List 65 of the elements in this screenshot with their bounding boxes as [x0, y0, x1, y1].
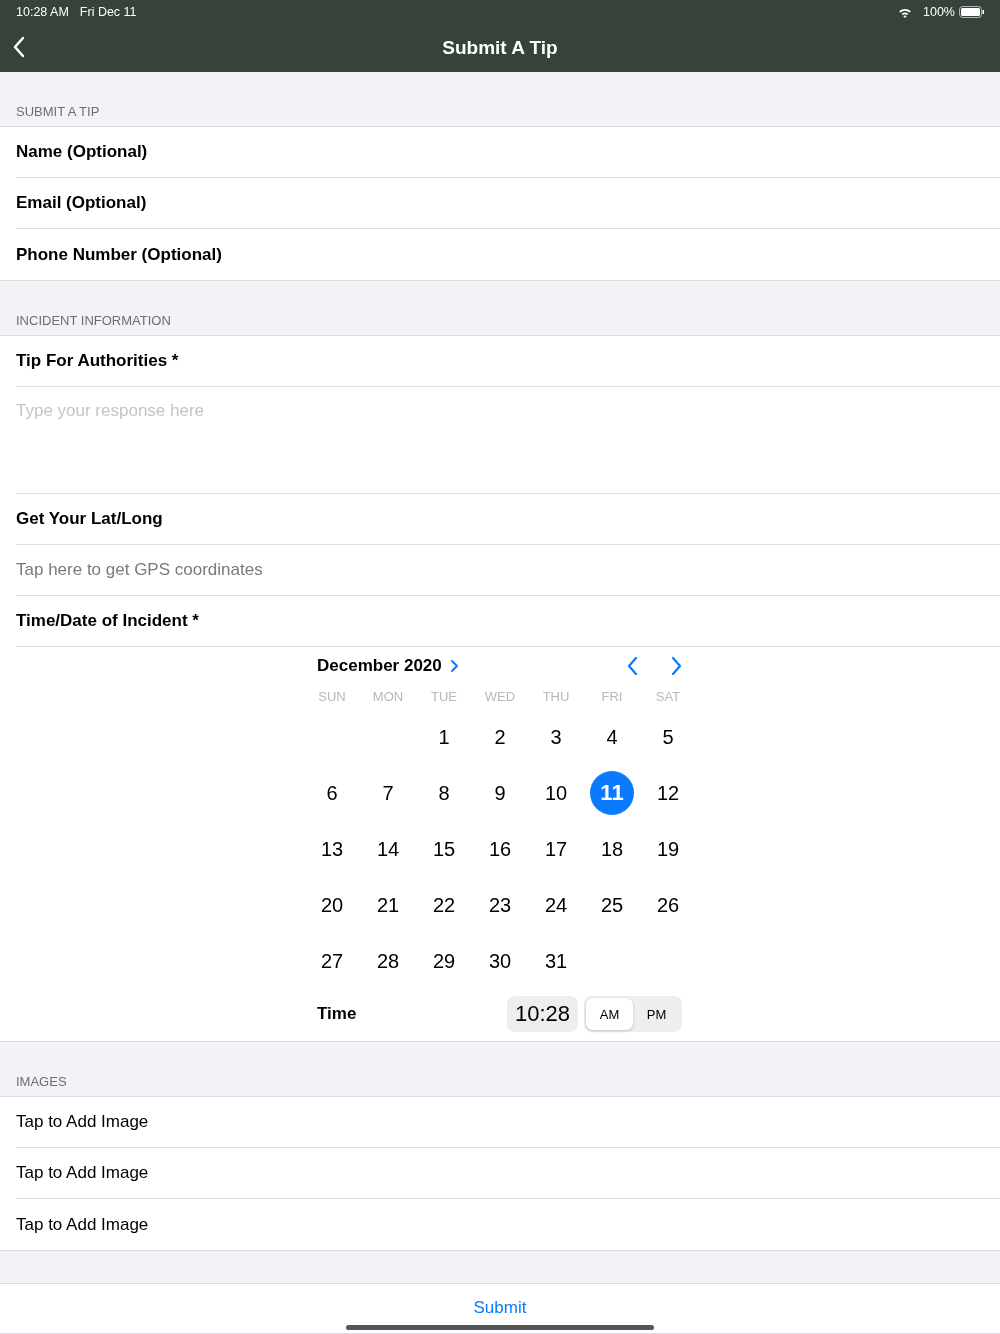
weekday-label: SUN	[317, 689, 347, 704]
calendar-day[interactable]: 22	[422, 883, 466, 927]
section-header: IMAGES	[16, 1074, 67, 1089]
status-date: Fri Dec 11	[79, 5, 137, 19]
gps-link[interactable]: Tap here to get GPS coordinates	[16, 560, 263, 580]
weekday-label: FRI	[600, 689, 624, 704]
period-segment[interactable]: AM	[586, 998, 633, 1030]
wifi-icon	[898, 6, 912, 18]
calendar-day[interactable]: 19	[646, 827, 690, 871]
calendar-day[interactable]: 26	[646, 883, 690, 927]
calendar-day[interactable]: 27	[310, 939, 354, 983]
battery-percentage: 100%	[923, 5, 955, 19]
calendar-day[interactable]: 3	[534, 715, 578, 759]
calendar-day[interactable]: 20	[310, 883, 354, 927]
calendar-day[interactable]: 6	[310, 771, 354, 815]
add-image-link[interactable]: Tap to Add Image	[16, 1214, 149, 1235]
calendar-day[interactable]: 18	[590, 827, 634, 871]
calendar-day[interactable]: 12	[646, 771, 690, 815]
section-header: SUBMIT A TIP	[16, 104, 100, 119]
calendar-day[interactable]: 5	[646, 715, 690, 759]
calendar-day[interactable]: 24	[534, 883, 578, 927]
field-label: Email (Optional)	[16, 193, 147, 213]
field-label: Tip For Authorities *	[16, 351, 179, 371]
calendar-day[interactable]: 16	[478, 827, 522, 871]
weekday-label: MON	[371, 689, 405, 704]
screen-title: Submit A Tip	[442, 37, 558, 59]
field-label: Get Your Lat/Long	[16, 509, 163, 529]
weekday-label: TUE	[430, 689, 458, 704]
field-label: Name (Optional)	[16, 142, 148, 162]
battery-icon	[959, 6, 984, 18]
month-label[interactable]: December 2020	[317, 656, 442, 676]
calendar-day[interactable]: 28	[366, 939, 410, 983]
calendar-day[interactable]: 14	[366, 827, 410, 871]
time-field[interactable]: 10:28	[506, 996, 578, 1032]
back-icon[interactable]	[12, 36, 26, 58]
calendar-day[interactable]: 17	[534, 827, 578, 871]
calendar-day[interactable]: 25	[590, 883, 634, 927]
weekday-label: WED	[483, 689, 517, 704]
calendar-day[interactable]: 21	[366, 883, 410, 927]
weekday-label: SAT	[654, 689, 682, 704]
weekday-label: THU	[541, 689, 571, 704]
chevron-icon[interactable]	[449, 659, 459, 673]
selected-day[interactable]: 11	[590, 771, 634, 815]
period-segment[interactable]: PM	[633, 998, 680, 1030]
calendar-day[interactable]: 29	[422, 939, 466, 983]
time-label: Time	[317, 1004, 357, 1024]
calendar-day[interactable]: 4	[590, 715, 634, 759]
section-header: INCIDENT INFORMATION	[16, 313, 171, 328]
calendar-day[interactable]: 30	[478, 939, 522, 983]
add-image-link[interactable]: Tap to Add Image	[16, 1112, 149, 1132]
field-label: Phone Number (Optional)	[16, 244, 222, 265]
calendar-day[interactable]: 2	[478, 715, 522, 759]
add-image-link[interactable]: Tap to Add Image	[16, 1163, 149, 1183]
calendar-day[interactable]: 13	[310, 827, 354, 871]
status-time: 10:28 AM	[16, 5, 69, 19]
calendar-day[interactable]: 1	[422, 715, 466, 759]
calendar-day[interactable]: 31	[534, 939, 578, 983]
calendar-day[interactable]: 10	[534, 771, 578, 815]
submit-button[interactable]: Submit	[465, 1293, 535, 1322]
calendar-day[interactable]: 7	[366, 771, 410, 815]
calendar-day[interactable]: 9	[478, 771, 522, 815]
calendar-day[interactable]: 8	[422, 771, 466, 815]
calendar-day[interactable]: 15	[422, 827, 466, 871]
field-label: Time/Date of Incident *	[16, 611, 199, 631]
calendar-day[interactable]: 23	[478, 883, 522, 927]
